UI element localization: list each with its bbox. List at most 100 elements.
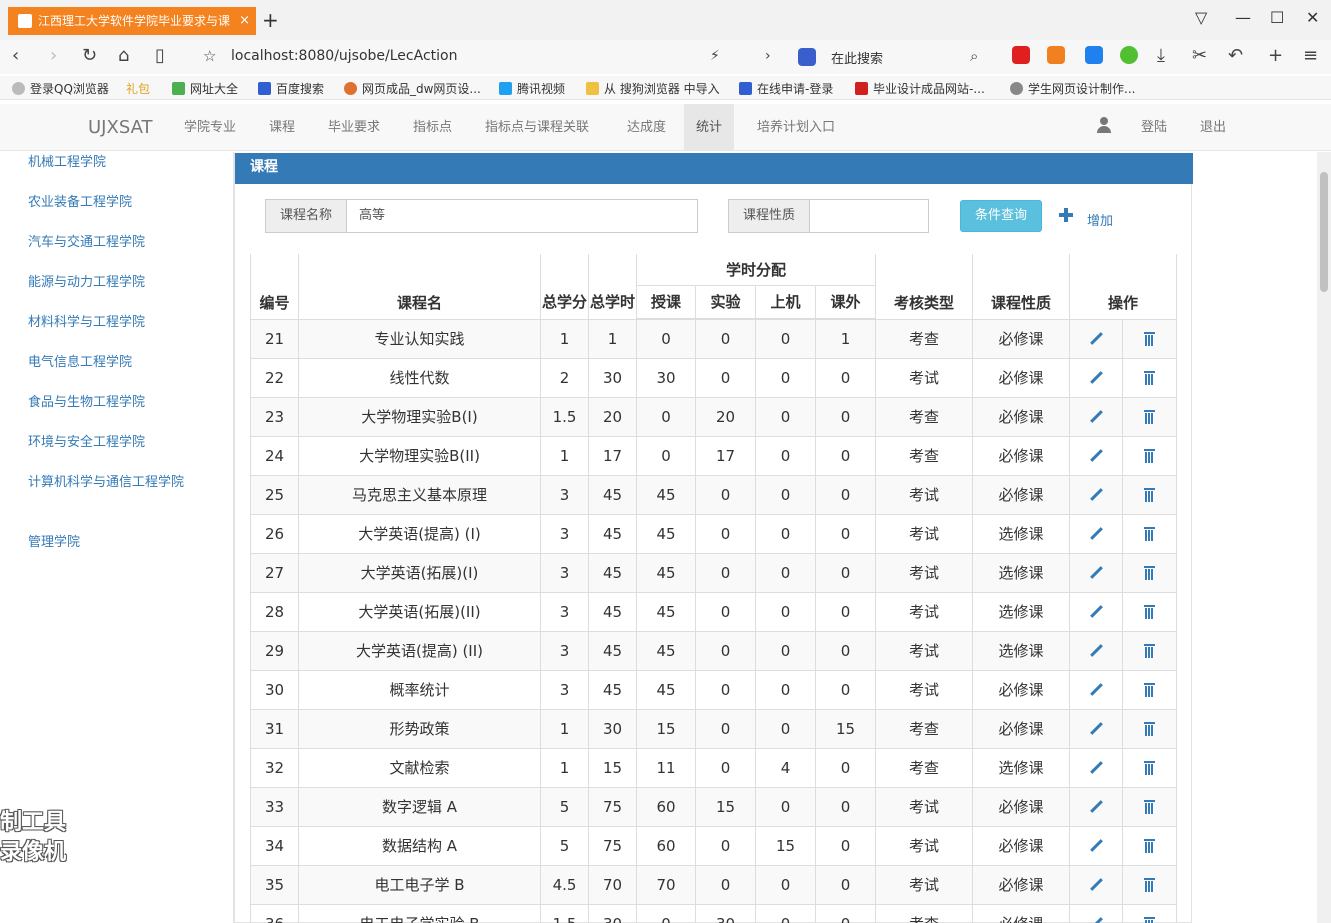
edit-pencil-icon[interactable] — [1089, 527, 1103, 541]
delete-trash-icon[interactable] — [1144, 839, 1156, 853]
sidebar-item-materials[interactable]: 材料科学与工程学院 — [28, 313, 188, 333]
edit-pencil-icon[interactable] — [1089, 878, 1103, 892]
edit-pencil-icon[interactable] — [1089, 722, 1103, 736]
chevron-right-icon[interactable]: › — [765, 48, 771, 64]
menu-item-indicator-course[interactable]: 指标点与课程关联 — [473, 104, 601, 151]
page-scrollbar[interactable] — [1317, 152, 1331, 923]
play-icon[interactable] — [1085, 46, 1103, 64]
cell-name: 专业认知实践 — [298, 318, 541, 359]
pin-icon[interactable]: ▽ — [1195, 8, 1207, 27]
menu-item-course[interactable]: 课程 — [257, 104, 307, 151]
delete-trash-icon[interactable] — [1144, 917, 1156, 923]
forward-icon[interactable]: › — [50, 45, 57, 66]
delete-trash-icon[interactable] — [1144, 332, 1156, 346]
cell-lab: 0 — [695, 357, 756, 398]
sidebar-item-energy[interactable]: 能源与动力工程学院 — [28, 273, 188, 293]
address-bar[interactable]: localhost:8080/ujsobe/LecAction — [231, 48, 457, 64]
menu-item-achievement[interactable]: 达成度 — [615, 104, 678, 151]
sidebar-item-computer[interactable]: 计算机科学与通信工程学院 — [28, 473, 188, 493]
download-icon[interactable]: ⤓ — [1157, 45, 1165, 66]
scissors-icon[interactable]: ✂ — [1192, 45, 1207, 66]
delete-trash-icon[interactable] — [1144, 722, 1156, 736]
edit-pencil-icon[interactable] — [1089, 332, 1103, 346]
favorite-star-icon[interactable]: ☆ — [203, 47, 216, 65]
logout-link[interactable]: 退出 — [1188, 104, 1238, 151]
security-shield-icon[interactable] — [1012, 46, 1030, 64]
sidebar-item-food[interactable]: 食品与生物工程学院 — [28, 393, 188, 413]
browser-tab[interactable]: 江西理工大学软件学院毕业要求与课 × — [8, 7, 256, 35]
reload-icon[interactable]: ↻ — [82, 45, 97, 66]
edit-pencil-icon[interactable] — [1089, 371, 1103, 385]
bookmark-item[interactable]: 腾讯视频 — [499, 80, 565, 97]
sidebar-item-mechanical[interactable]: 机械工程学院 — [28, 153, 188, 173]
brand-logo[interactable]: UJXSAT — [88, 117, 153, 138]
chat-icon[interactable] — [1120, 46, 1138, 64]
menu-item-college[interactable]: 学院专业 — [172, 104, 248, 151]
bookmark-item[interactable]: 在线申请-登录 — [739, 80, 833, 97]
home-icon[interactable]: ⌂ — [118, 45, 129, 66]
delete-trash-icon[interactable] — [1144, 449, 1156, 463]
reader-icon[interactable]: ▯ — [155, 45, 165, 66]
sidebar-item-electrical[interactable]: 电气信息工程学院 — [28, 353, 188, 373]
add-icon[interactable]: + — [1268, 45, 1283, 66]
delete-trash-icon[interactable] — [1144, 644, 1156, 658]
delete-trash-icon[interactable] — [1144, 566, 1156, 580]
course-name-input[interactable]: 高等 — [346, 199, 698, 233]
edit-pencil-icon[interactable] — [1089, 761, 1103, 775]
course-type-input[interactable] — [809, 199, 929, 233]
edit-pencil-icon[interactable] — [1089, 917, 1103, 923]
menu-item-graduation[interactable]: 毕业要求 — [316, 104, 392, 151]
edit-pencil-icon[interactable] — [1089, 839, 1103, 853]
menu-item-statistics[interactable]: 统计 — [684, 104, 735, 151]
close-window-icon[interactable]: ✕ — [1306, 8, 1319, 27]
search-icon[interactable]: ⌕ — [970, 47, 978, 65]
new-tab-button[interactable]: + — [262, 8, 279, 32]
edit-pencil-icon[interactable] — [1089, 449, 1103, 463]
sidebar-item-environment[interactable]: 环境与安全工程学院 — [28, 433, 188, 453]
edit-pencil-icon[interactable] — [1089, 683, 1103, 697]
edit-pencil-icon[interactable] — [1089, 488, 1103, 502]
minimize-icon[interactable]: — — [1235, 8, 1251, 27]
delete-trash-icon[interactable] — [1144, 527, 1156, 541]
menu-item-training-plan[interactable]: 培养计划入口 — [745, 104, 847, 151]
delete-trash-icon[interactable] — [1144, 605, 1156, 619]
sidebar-item-agri[interactable]: 农业装备工程学院 — [28, 193, 188, 213]
delete-trash-icon[interactable] — [1144, 761, 1156, 775]
bookmark-item[interactable]: 学生网页设计制作... — [1010, 80, 1135, 97]
login-link[interactable]: 登陆 — [1129, 104, 1179, 151]
search-engine-icon[interactable] — [798, 48, 816, 66]
delete-trash-icon[interactable] — [1144, 410, 1156, 424]
query-button[interactable]: 条件查询 — [960, 200, 1042, 232]
tab-close-icon[interactable]: × — [239, 7, 250, 35]
delete-trash-icon[interactable] — [1144, 488, 1156, 502]
sidebar-item-auto[interactable]: 汽车与交通工程学院 — [28, 233, 188, 253]
search-input[interactable]: 在此搜索 — [831, 48, 883, 67]
scrollbar-thumb[interactable] — [1320, 172, 1328, 292]
bookmark-item[interactable]: 从 搜狗浏览器 中导入 — [586, 80, 720, 97]
maximize-icon[interactable]: ☐ — [1270, 8, 1284, 27]
bookmark-item[interactable]: 百度搜索 — [258, 80, 324, 97]
delete-trash-icon[interactable] — [1144, 683, 1156, 697]
video-icon[interactable] — [1047, 46, 1065, 64]
sidebar-item-management[interactable]: 管理学院 — [28, 533, 188, 553]
delete-trash-icon[interactable] — [1144, 371, 1156, 385]
delete-trash-icon[interactable] — [1144, 800, 1156, 814]
delete-trash-icon[interactable] — [1144, 878, 1156, 892]
edit-pencil-icon[interactable] — [1089, 644, 1103, 658]
plus-icon[interactable] — [1059, 208, 1073, 222]
add-course-link[interactable]: 增加 — [1087, 210, 1113, 229]
back-icon[interactable]: ‹ — [12, 45, 19, 66]
edit-pencil-icon[interactable] — [1089, 566, 1103, 580]
menu-icon[interactable]: ≡ — [1303, 45, 1318, 66]
menu-item-indicator[interactable]: 指标点 — [401, 104, 464, 151]
bookmark-item[interactable]: 毕业设计成品网站-... — [855, 80, 985, 97]
edit-pencil-icon[interactable] — [1089, 800, 1103, 814]
lightning-icon[interactable]: ⚡ — [710, 48, 720, 64]
bookmark-item[interactable]: 登录QQ浏览器 — [12, 80, 109, 97]
bookmark-item[interactable]: 网址大全 — [172, 80, 238, 97]
bookmark-item[interactable]: 网页成品_dw网页设... — [344, 80, 481, 97]
bookmark-item[interactable]: 礼包 — [126, 80, 150, 97]
edit-pencil-icon[interactable] — [1089, 605, 1103, 619]
undo-icon[interactable]: ↶ — [1228, 45, 1243, 66]
edit-pencil-icon[interactable] — [1089, 410, 1103, 424]
